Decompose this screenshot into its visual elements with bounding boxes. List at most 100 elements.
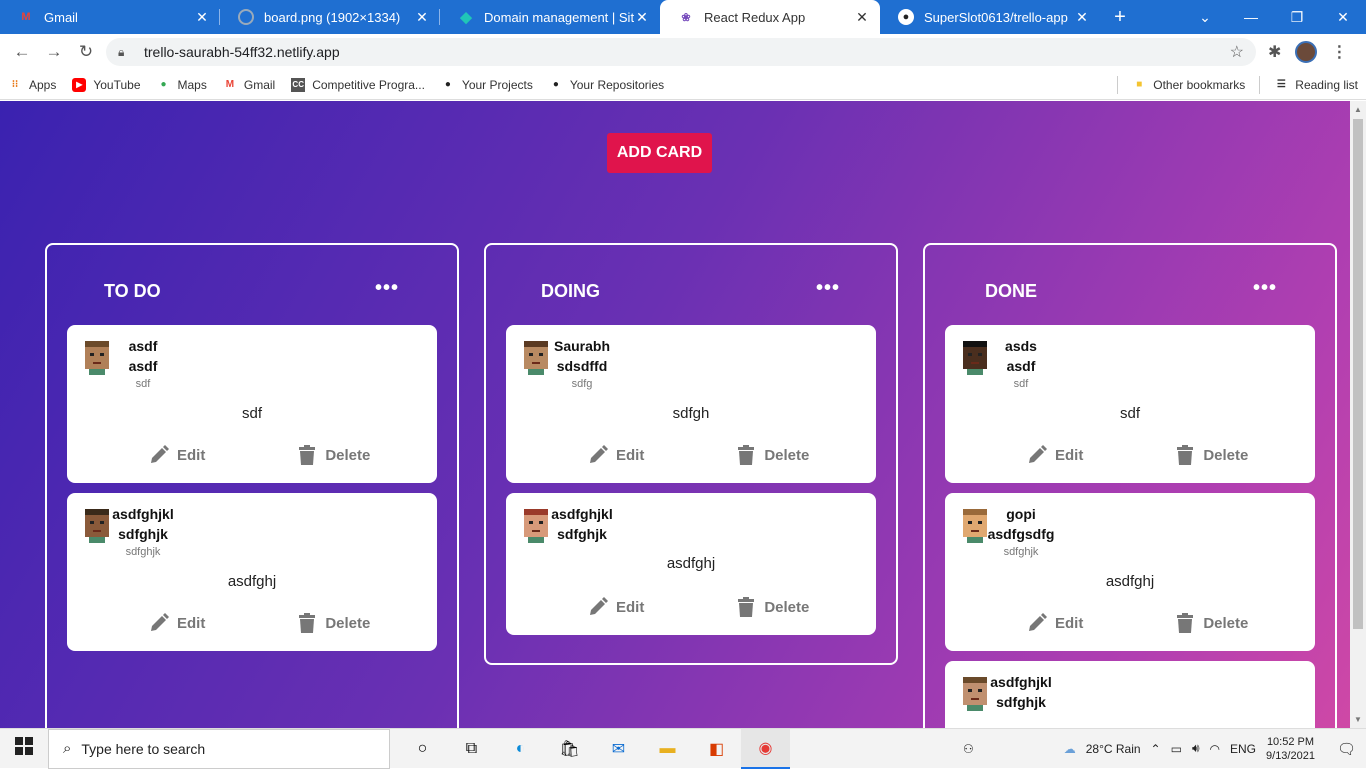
close-icon[interactable]: ✕ — [854, 9, 870, 26]
search-icon: ⌕ — [63, 740, 72, 757]
more-options-icon[interactable]: ••• — [816, 277, 840, 300]
windows-start-icon[interactable] — [0, 737, 48, 760]
task-card[interactable]: gopi asdfgsdfg sdfghjk asdfghj Edit Delete — [945, 493, 1315, 651]
more-options-icon[interactable]: ••• — [1253, 277, 1277, 300]
bookmark-apps[interactable]: ⁝⁝ Apps — [0, 78, 64, 92]
bookmark-competitive[interactable]: CC Competitive Progra... — [283, 77, 433, 92]
wifi-icon[interactable]: ◠ — [1210, 742, 1220, 756]
page-scrollbar[interactable]: ▲ ▼ — [1350, 101, 1366, 728]
bookmark-youtube[interactable]: ▶ YouTube — [64, 77, 148, 92]
bookmark-label: Competitive Progra... — [312, 77, 425, 92]
close-icon[interactable]: ✕ — [1074, 9, 1090, 26]
edit-label: Edit — [616, 598, 645, 616]
window-controls: ⌄ — ❐ ✕ — [1182, 0, 1366, 34]
delete-button[interactable]: Delete — [1177, 613, 1248, 633]
scroll-up-icon[interactable]: ▲ — [1350, 105, 1366, 114]
new-tab-button[interactable]: + — [1100, 0, 1140, 34]
close-icon[interactable]: ✕ — [194, 9, 210, 26]
add-card-button[interactable]: ADD CARD — [607, 133, 712, 173]
people-icon[interactable]: ⚇ — [963, 742, 974, 756]
task-card[interactable]: asdfghjkl sdfghjk — [945, 661, 1315, 728]
clock[interactable]: 10:52 PM 9/13/2021 — [1266, 735, 1315, 763]
avatar — [85, 509, 109, 543]
taskbar-search-input[interactable]: ⌕ Type here to search — [48, 728, 390, 769]
language-indicator[interactable]: ENG — [1230, 742, 1256, 756]
delete-button[interactable]: Delete — [299, 445, 370, 465]
tab-search-icon[interactable]: ⌄ — [1182, 9, 1228, 26]
weather-icon[interactable]: ☁ — [1064, 742, 1076, 756]
address-bar[interactable]: 🔒︎ trello-saurabh-54ff32.netlify.app ☆ — [106, 38, 1256, 66]
task-card[interactable]: asds asdf sdf sdf Edit Delete — [945, 325, 1315, 483]
profile-avatar[interactable] — [1295, 41, 1318, 63]
avatar — [524, 341, 548, 375]
notifications-icon[interactable]: 🗨︎ — [1337, 740, 1356, 758]
column-done: DONE ••• asds asdf sdf sdf Edit Delete gopi asdfg… — [923, 243, 1337, 728]
delete-button[interactable]: Delete — [738, 597, 809, 617]
edit-button[interactable]: Edit — [588, 445, 644, 465]
close-icon[interactable]: ✕ — [414, 9, 430, 26]
column-title: DONE — [985, 281, 1038, 301]
netlify-icon: ◆ — [460, 9, 472, 26]
back-icon[interactable]: ← — [6, 42, 38, 62]
bookmark-maps[interactable]: ● Maps — [149, 78, 215, 92]
scroll-down-icon[interactable]: ▼ — [1350, 715, 1366, 724]
folder-icon: ■ — [1136, 79, 1143, 90]
bookmark-your-projects[interactable]: ● Your Projects — [433, 78, 541, 92]
menu-icon[interactable]: ⋮ — [1331, 42, 1347, 62]
tab-github[interactable]: ● SuperSlot0613/trello-app ✕ — [880, 0, 1100, 34]
delete-button[interactable]: Delete — [1177, 445, 1248, 465]
task-card[interactable]: Saurabh sdsdffd sdfg sdfgh Edit Delete — [506, 325, 876, 483]
windows-taskbar: ⌕ Type here to search ○ ⧉ ◐ 🛍︎ ✉ ▬ ◧ ◉ ⚇… — [0, 728, 1366, 769]
volume-icon[interactable]: 🔊︎ — [1192, 741, 1200, 756]
store-icon[interactable]: 🛍︎ — [545, 729, 594, 769]
avatar — [524, 509, 548, 543]
bookmark-star-icon[interactable]: ☆ — [1230, 42, 1244, 62]
card-actions: Edit Delete — [945, 613, 1315, 633]
tab-react-redux-app[interactable]: ❀ React Redux App ✕ — [660, 0, 880, 34]
card-subtitle: sdfghjk — [118, 526, 168, 542]
forward-icon[interactable]: → — [38, 42, 70, 62]
card-meta: sdfghjk — [1003, 546, 1039, 558]
task-card[interactable]: asdf asdf sdf sdf Edit Delete — [67, 325, 437, 483]
edge-icon[interactable]: ◐ — [496, 729, 545, 769]
edit-button[interactable]: Edit — [149, 613, 205, 633]
task-card[interactable]: asdfghjkl sdfghjk asdfghj Edit Delete — [506, 493, 876, 635]
trash-icon — [738, 597, 762, 617]
restore-icon[interactable]: ❐ — [1274, 9, 1320, 26]
gmail-icon: M — [21, 11, 31, 23]
reload-icon[interactable]: ↻ — [70, 42, 102, 62]
edit-button[interactable]: Edit — [149, 445, 205, 465]
task-view-icon[interactable]: ⧉ — [447, 729, 496, 769]
close-window-icon[interactable]: ✕ — [1320, 9, 1366, 26]
edit-button[interactable]: Edit — [1027, 445, 1083, 465]
tab-board-png[interactable]: board.png (1902×1334) ✕ — [220, 0, 440, 34]
minimize-icon[interactable]: — — [1228, 9, 1274, 25]
cortana-icon[interactable]: ○ — [398, 729, 447, 769]
chrome-icon[interactable]: ◉ — [741, 728, 790, 769]
edit-button[interactable]: Edit — [1027, 613, 1083, 633]
bookmark-your-repositories[interactable]: ● Your Repositories — [541, 78, 672, 92]
close-icon[interactable]: ✕ — [634, 9, 650, 26]
system-tray: ⚇ ☁ 28°C Rain ⌃ ▭ 🔊︎ ◠ ENG 10:52 PM 9/13… — [963, 735, 1366, 763]
weather-text[interactable]: 28°C Rain — [1086, 742, 1141, 756]
avatar — [963, 509, 987, 543]
edit-button[interactable]: Edit — [588, 597, 644, 617]
chevron-up-icon[interactable]: ⌃ — [1151, 742, 1161, 756]
task-card[interactable]: asdfghjkl sdfghjk sdfghjk asdfghj Edit Delete — [67, 493, 437, 651]
more-options-icon[interactable]: ••• — [375, 277, 399, 300]
delete-button[interactable]: Delete — [299, 613, 370, 633]
tab-gmail[interactable]: M Gmail ✕ — [0, 0, 220, 34]
file-explorer-icon[interactable]: ▬ — [643, 729, 692, 769]
bookmark-gmail[interactable]: M Gmail — [215, 78, 283, 92]
other-bookmarks[interactable]: ■ Other bookmarks — [1124, 78, 1253, 92]
office-icon[interactable]: ◧ — [692, 729, 741, 769]
reading-list[interactable]: ☰ Reading list — [1266, 78, 1366, 92]
mail-icon[interactable]: ✉ — [594, 729, 643, 769]
tab-domain-management[interactable]: ◆ Domain management | Site se ✕ — [440, 0, 660, 34]
delete-button[interactable]: Delete — [738, 445, 809, 465]
scrollbar-thumb[interactable] — [1353, 119, 1363, 629]
battery-icon[interactable]: ▭ — [1171, 742, 1182, 756]
card-actions: Edit Delete — [67, 445, 437, 465]
extensions-icon[interactable]: ✱ — [1268, 42, 1281, 62]
card-subtitle: sdsdffd — [556, 358, 608, 374]
